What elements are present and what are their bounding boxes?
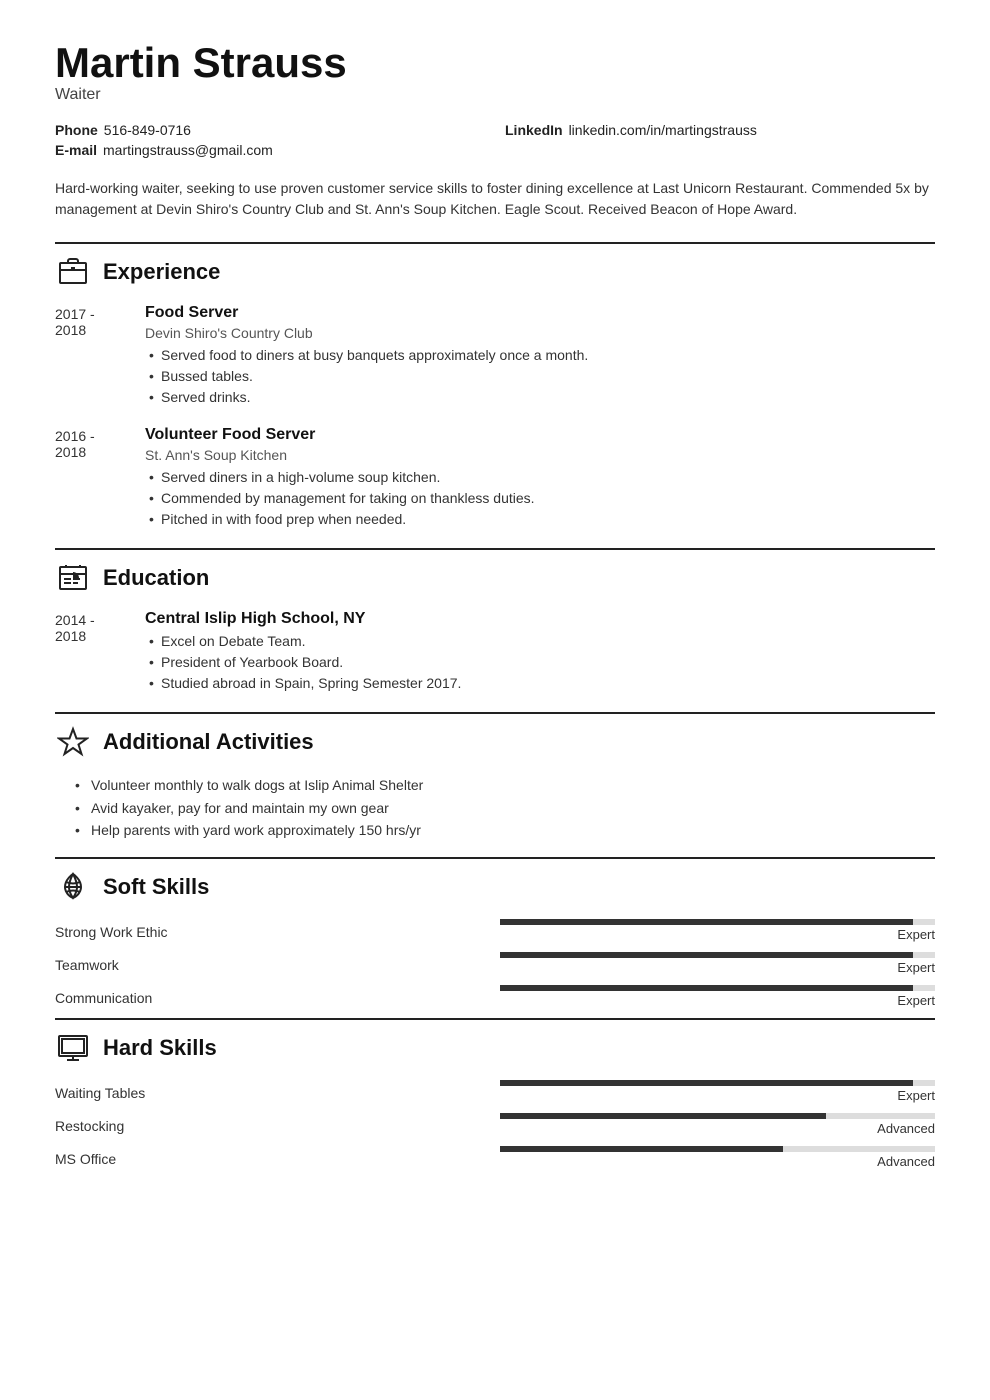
bullet-item: Commended by management for taking on th…: [145, 488, 935, 509]
entry-title: Volunteer Food Server: [145, 426, 935, 444]
hard-skills-section: Hard Skills Waiting Tables Expert Restoc…: [55, 1018, 935, 1169]
skill-level: Expert: [897, 1088, 935, 1103]
skill-bar-fill: [500, 1146, 783, 1152]
entry-bullets: Served food to diners at busy banquets a…: [145, 345, 935, 408]
contact-email: E-mailmartingstrauss@gmail.com: [55, 142, 485, 158]
skill-level: Expert: [897, 993, 935, 1008]
hard-skills-icon: [55, 1030, 91, 1066]
entry-date: 2016 -2018: [55, 426, 145, 530]
skill-name: MS Office: [55, 1151, 490, 1169]
activity-item: Help parents with yard work approximatel…: [75, 819, 935, 841]
candidate-title: Waiter: [55, 86, 935, 104]
skill-bar-container: Advanced: [500, 1113, 935, 1136]
summary-text: Hard-working waiter, seeking to use prov…: [55, 178, 935, 220]
entry-date: 2014 -2018: [55, 610, 145, 694]
skill-bar-bg: [500, 1146, 935, 1152]
entry-bullets: Excel on Debate Team. President of Yearb…: [145, 631, 935, 694]
experience-entry-0: 2017 -2018 Food Server Devin Shiro's Cou…: [55, 304, 935, 408]
bullet-item: President of Yearbook Board.: [145, 652, 935, 673]
activities-title: Additional Activities: [103, 729, 314, 755]
hard-skill-row-0: Waiting Tables Expert: [55, 1080, 935, 1103]
skill-bar-container: Advanced: [500, 1146, 935, 1169]
skill-name: Waiting Tables: [55, 1085, 490, 1103]
activities-section: Additional Activities Volunteer monthly …: [55, 712, 935, 841]
activity-item: Avid kayaker, pay for and maintain my ow…: [75, 797, 935, 819]
education-icon: [55, 560, 91, 596]
skill-bar-container: Expert: [500, 952, 935, 975]
skill-bar-bg: [500, 919, 935, 925]
entry-date: 2017 -2018: [55, 304, 145, 408]
skill-row-1: Teamwork Expert: [55, 952, 935, 975]
bullet-item: Served drinks.: [145, 387, 935, 408]
soft-skills-icon: [55, 869, 91, 905]
skill-name: Teamwork: [55, 957, 490, 975]
experience-header: Experience: [55, 242, 935, 290]
hard-skills-title: Hard Skills: [103, 1035, 217, 1061]
entry-title: Central Islip High School, NY: [145, 610, 935, 628]
hard-skills-header: Hard Skills: [55, 1018, 935, 1066]
skill-name: Strong Work Ethic: [55, 924, 490, 942]
entry-org: St. Ann's Soup Kitchen: [145, 447, 935, 463]
skill-bar-container: Expert: [500, 985, 935, 1008]
experience-icon: [55, 254, 91, 290]
activity-item: Volunteer monthly to walk dogs at Islip …: [75, 774, 935, 796]
skill-row-0: Strong Work Ethic Expert: [55, 919, 935, 942]
bullet-item: Served food to diners at busy banquets a…: [145, 345, 935, 366]
skill-bar-bg: [500, 1080, 935, 1086]
skill-bar-fill: [500, 919, 913, 925]
bullet-item: Served diners in a high-volume soup kitc…: [145, 467, 935, 488]
skill-bar-fill: [500, 1080, 913, 1086]
contact-linkedin: LinkedInlinkedin.com/in/martingstrauss: [505, 122, 935, 138]
skill-bar-container: Expert: [500, 1080, 935, 1103]
hard-skill-row-1: Restocking Advanced: [55, 1113, 935, 1136]
candidate-name: Martin Strauss: [55, 40, 935, 86]
skill-level: Advanced: [877, 1154, 935, 1169]
education-header: Education: [55, 548, 935, 596]
skill-row-2: Communication Expert: [55, 985, 935, 1008]
experience-title: Experience: [103, 259, 220, 285]
education-entry-0: 2014 -2018 Central Islip High School, NY…: [55, 610, 935, 694]
entry-org: Devin Shiro's Country Club: [145, 325, 935, 341]
experience-section: Experience 2017 -2018 Food Server Devin …: [55, 242, 935, 530]
skill-bar-fill: [500, 985, 913, 991]
soft-skills-section: Soft Skills Strong Work Ethic Expert Tea…: [55, 857, 935, 1008]
experience-entry-1: 2016 -2018 Volunteer Food Server St. Ann…: [55, 426, 935, 530]
hard-skill-row-2: MS Office Advanced: [55, 1146, 935, 1169]
skill-bar-bg: [500, 952, 935, 958]
contact-phone: Phone516-849-0716: [55, 122, 485, 138]
skill-name: Communication: [55, 990, 490, 1008]
skill-level: Expert: [897, 960, 935, 975]
skill-bar-bg: [500, 985, 935, 991]
bullet-item: Studied abroad in Spain, Spring Semester…: [145, 673, 935, 694]
skill-bar-bg: [500, 1113, 935, 1119]
contact-section: Phone516-849-0716 LinkedInlinkedin.com/i…: [55, 122, 935, 158]
activities-header: Additional Activities: [55, 712, 935, 760]
skill-bar-fill: [500, 1113, 826, 1119]
education-section: Education 2014 -2018 Central Islip High …: [55, 548, 935, 694]
soft-skills-header: Soft Skills: [55, 857, 935, 905]
soft-skills-title: Soft Skills: [103, 874, 209, 900]
skill-level: Expert: [897, 927, 935, 942]
skill-name: Restocking: [55, 1118, 490, 1136]
entry-bullets: Served diners in a high-volume soup kitc…: [145, 467, 935, 530]
education-title: Education: [103, 565, 209, 591]
bullet-item: Pitched in with food prep when needed.: [145, 509, 935, 530]
skill-bar-fill: [500, 952, 913, 958]
bullet-item: Bussed tables.: [145, 366, 935, 387]
skill-level: Advanced: [877, 1121, 935, 1136]
skill-bar-container: Expert: [500, 919, 935, 942]
bullet-item: Excel on Debate Team.: [145, 631, 935, 652]
activities-icon: [55, 724, 91, 760]
entry-title: Food Server: [145, 304, 935, 322]
activities-bullets: Volunteer monthly to walk dogs at Islip …: [55, 774, 935, 841]
